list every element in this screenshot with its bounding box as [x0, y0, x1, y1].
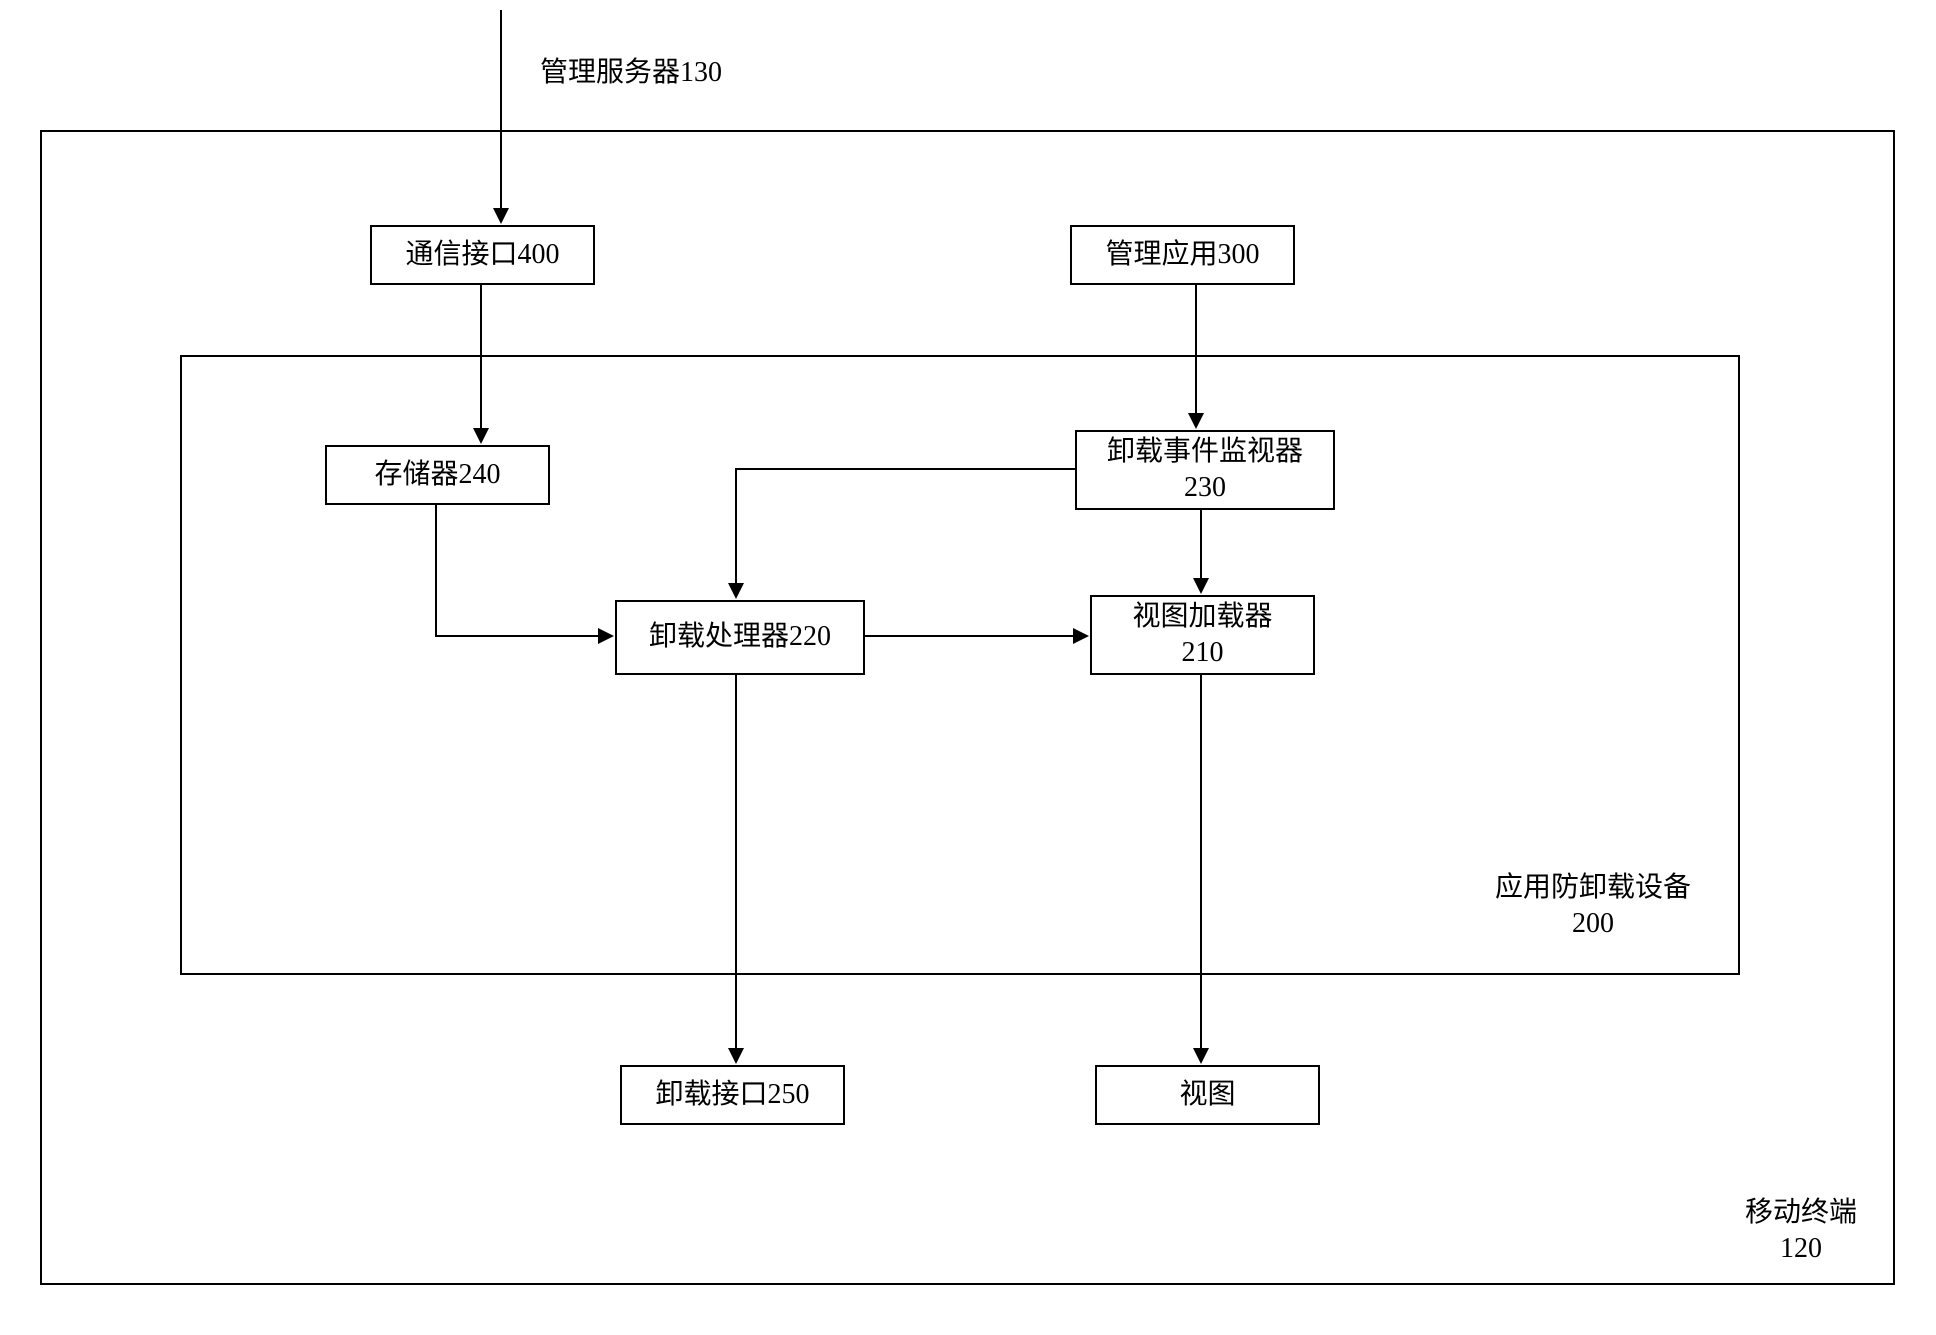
arrow-proc-to-loader-head	[1073, 628, 1089, 644]
arrow-proc-to-loader	[865, 635, 1073, 637]
arrow-monitor-to-loader-head	[1193, 578, 1209, 594]
arrow-app-to-monitor	[1195, 285, 1197, 413]
unload-processor-box: 卸载处理器220	[615, 600, 865, 675]
arrow-loader-to-view	[1200, 675, 1202, 1048]
management-server-label: 管理服务器130	[540, 55, 722, 91]
unload-monitor-box: 卸载事件监视器 230	[1075, 430, 1335, 510]
text-l1: 应用防卸载设备	[1495, 870, 1691, 906]
view-loader-box: 视图加载器 210	[1090, 595, 1315, 675]
management-app-box: 管理应用300	[1070, 225, 1295, 285]
arrow-storage-to-proc-h	[435, 635, 598, 637]
text-l2: 120	[1745, 1231, 1857, 1267]
arrow-monitor-to-proc-v	[735, 468, 737, 583]
arrow-monitor-to-proc-h	[735, 468, 1075, 470]
arrow-app-to-monitor-head	[1188, 413, 1204, 429]
text: 视图	[1179, 1077, 1235, 1113]
arrow-storage-to-proc-v	[435, 505, 437, 635]
comm-interface-box: 通信接口400	[370, 225, 595, 285]
arrow-proc-to-iface	[735, 675, 737, 1048]
arrow-loader-to-view-head	[1193, 1048, 1209, 1064]
text: 管理服务器130	[540, 57, 722, 88]
text-l1: 卸载事件监视器	[1107, 434, 1303, 470]
text-l1: 视图加载器	[1132, 599, 1272, 635]
view-box: 视图	[1095, 1065, 1320, 1125]
arrow-comm-to-storage-head	[473, 428, 489, 444]
text-l2: 230	[1184, 470, 1226, 506]
arrow-proc-to-iface-head	[728, 1048, 744, 1064]
text-l2: 200	[1495, 906, 1691, 942]
text: 卸载接口250	[655, 1077, 809, 1113]
text: 存储器240	[374, 457, 500, 493]
text: 卸载处理器220	[649, 619, 831, 655]
arrow-server-to-comm-head	[493, 208, 509, 224]
arrow-monitor-to-loader	[1200, 510, 1202, 578]
arrow-monitor-to-proc-head	[728, 583, 744, 599]
mobile-terminal-label: 移动终端 120	[1745, 1195, 1857, 1268]
arrow-storage-to-proc-head	[598, 628, 614, 644]
storage-box: 存储器240	[325, 445, 550, 505]
text-l2: 210	[1182, 635, 1224, 671]
text: 管理应用300	[1105, 237, 1259, 273]
unload-interface-box: 卸载接口250	[620, 1065, 845, 1125]
text-l1: 移动终端	[1745, 1195, 1857, 1231]
text: 通信接口400	[405, 237, 559, 273]
anti-unload-label: 应用防卸载设备 200	[1495, 870, 1691, 943]
arrow-server-to-comm	[500, 10, 502, 208]
arrow-comm-to-storage	[480, 285, 482, 428]
